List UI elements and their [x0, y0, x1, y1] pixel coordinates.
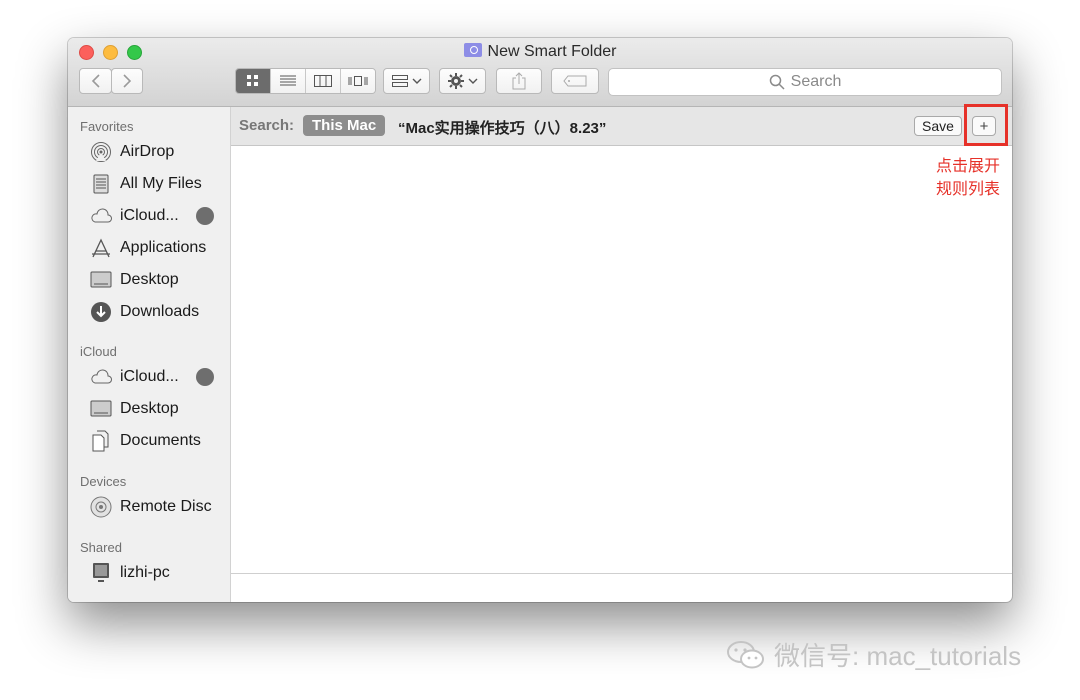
storage-pie-icon — [196, 368, 214, 386]
sidebar-item-label: AirDrop — [120, 143, 175, 160]
column-view-button[interactable] — [306, 69, 341, 93]
sidebar-item-icloud-desktop[interactable]: Desktop — [90, 396, 179, 422]
disc-icon — [90, 496, 112, 518]
tags-button[interactable] — [551, 68, 599, 94]
icon-view-icon — [247, 75, 258, 86]
annotation-callout: 点击展开 规则列表 — [920, 155, 1000, 201]
tag-icon — [563, 75, 587, 87]
share-icon — [512, 72, 526, 90]
sidebar-section-icloud: iCloud — [80, 344, 117, 359]
airdrop-icon — [90, 141, 112, 163]
sidebar: Favorites AirDrop All My Files iCloud...… — [68, 107, 231, 602]
computer-icon — [90, 562, 112, 584]
sidebar-item-label: iCloud... — [120, 368, 179, 385]
list-view-button[interactable] — [271, 69, 306, 93]
sidebar-item-label: Desktop — [120, 271, 179, 288]
icon-view-button[interactable] — [236, 69, 271, 93]
search-criteria-bar: Search: This Mac “Mac实用操作技巧（八）8.23” Save… — [231, 107, 1012, 146]
sidebar-item-all-my-files[interactable]: All My Files — [90, 171, 202, 197]
search-query: “Mac实用操作技巧（八）8.23” — [398, 120, 607, 137]
sidebar-item-applications[interactable]: Applications — [90, 235, 206, 261]
results-divider — [231, 573, 1012, 574]
save-button[interactable]: Save — [914, 116, 962, 136]
sidebar-item-airdrop[interactable]: AirDrop — [90, 139, 174, 165]
sidebar-item-documents[interactable]: Documents — [90, 428, 201, 454]
wechat-icon — [726, 640, 766, 670]
sidebar-item-label: Desktop — [120, 400, 179, 417]
desktop-icon — [90, 269, 112, 291]
documents-icon — [90, 430, 112, 452]
search-icon — [769, 74, 785, 90]
sidebar-item-desktop[interactable]: Desktop — [90, 267, 179, 293]
sidebar-item-lizhi-pc[interactable]: lizhi-pc — [90, 560, 170, 586]
sidebar-item-label: iCloud... — [120, 207, 179, 224]
search-placeholder: Search — [790, 73, 842, 90]
sidebar-section-shared: Shared — [80, 540, 122, 555]
sidebar-item-label: Documents — [120, 432, 201, 449]
sidebar-item-label: Downloads — [120, 303, 200, 320]
coverflow-view-icon — [348, 76, 368, 86]
scope-this-mac-button[interactable]: This Mac — [303, 115, 386, 136]
storage-pie-icon — [196, 207, 214, 225]
sidebar-item-label: lizhi-pc — [120, 564, 170, 581]
sidebar-item-label: All My Files — [120, 175, 202, 192]
action-button[interactable] — [439, 68, 486, 94]
downloads-icon — [90, 301, 112, 323]
search-field[interactable]: Search — [608, 68, 1002, 96]
coverflow-view-button[interactable] — [341, 69, 375, 93]
applications-icon — [90, 237, 112, 259]
forward-button[interactable] — [111, 68, 143, 94]
chevron-down-icon — [412, 78, 421, 84]
share-button[interactable] — [496, 68, 542, 94]
watermark-text: 微信号: mac_tutorials — [774, 641, 1022, 671]
window-title-text: New Smart Folder — [487, 43, 617, 60]
arrange-button[interactable] — [383, 68, 430, 94]
sidebar-item-label: Applications — [120, 239, 207, 256]
chevron-right-icon — [123, 74, 132, 88]
smart-folder-icon — [463, 43, 482, 57]
search-label: Search: — [239, 117, 295, 134]
watermark: 微信号: mac_tutorials — [726, 636, 1021, 673]
window-title: New Smart Folder — [68, 43, 1012, 61]
view-switcher — [235, 68, 376, 94]
arrange-icon — [391, 75, 408, 87]
back-button[interactable] — [79, 68, 112, 94]
chevron-down-icon — [468, 78, 477, 84]
column-view-icon — [314, 75, 332, 87]
all-files-icon — [90, 173, 112, 195]
cloud-icon — [90, 205, 112, 227]
sidebar-item-label: Remote Disc — [120, 498, 212, 515]
sidebar-item-downloads[interactable]: Downloads — [90, 299, 199, 325]
toolbar: New Smart Folder Search — [68, 38, 1012, 107]
desktop-icon — [90, 398, 112, 420]
sidebar-section-devices: Devices — [80, 474, 127, 489]
sidebar-section-favorites: Favorites — [80, 119, 134, 134]
chevron-left-icon — [91, 74, 100, 88]
annotation-line: 规则列表 — [935, 181, 1000, 198]
annotation-line: 点击展开 — [935, 158, 1000, 175]
list-view-icon — [280, 75, 296, 86]
finder-window: New Smart Folder Search Favorites AirDro… — [68, 38, 1012, 602]
cloud-icon — [90, 366, 112, 388]
gear-icon — [447, 73, 464, 89]
sidebar-item-remote-disc[interactable]: Remote Disc — [90, 494, 212, 520]
highlight-box — [964, 104, 1008, 146]
